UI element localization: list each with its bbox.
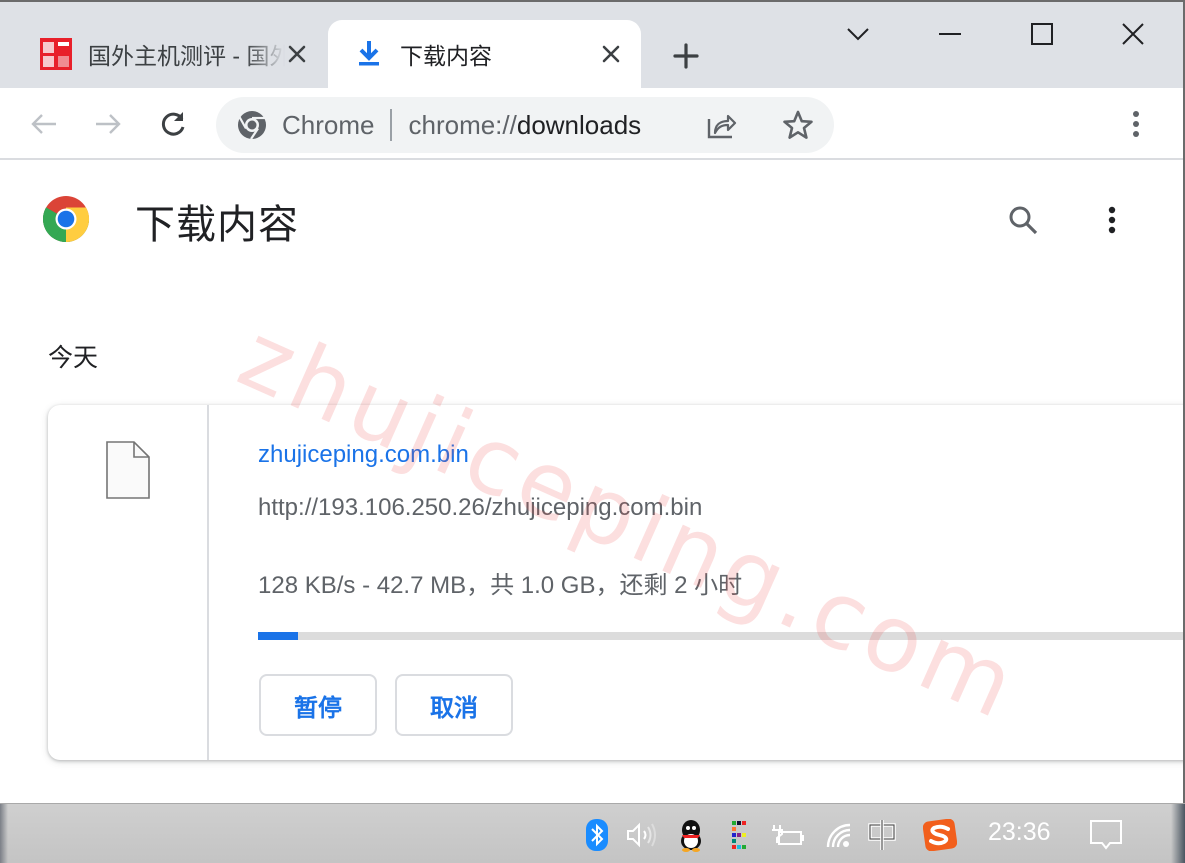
arrow-right-icon bbox=[96, 114, 121, 134]
cancel-button[interactable]: 取消 bbox=[395, 674, 513, 736]
file-name-link[interactable]: zhujiceping.com.bin bbox=[258, 441, 469, 469]
browser-menu-button[interactable] bbox=[1120, 106, 1152, 142]
download-progress-fill bbox=[258, 632, 299, 640]
power-tray-button[interactable] bbox=[770, 818, 806, 852]
wifi-tray-button[interactable] bbox=[824, 818, 856, 852]
toolbar: Chrome chrome://downloads bbox=[0, 88, 1183, 160]
tab-zhujiceping[interactable]: 国外主机测评 - 国外VPS bbox=[22, 20, 327, 88]
reload-icon bbox=[161, 112, 185, 136]
tab-close-button[interactable] bbox=[285, 42, 309, 66]
downloads-menu-button[interactable] bbox=[1095, 200, 1129, 240]
taskbar: 23:36 bbox=[0, 803, 1185, 863]
forward-button[interactable] bbox=[90, 106, 126, 142]
download-status: 128 KB/s - 42.7 MB，共 1.0 GB，还剩 2 小时 bbox=[258, 572, 743, 599]
file-icon-column bbox=[48, 405, 209, 760]
arrow-left-icon bbox=[31, 114, 56, 134]
search-icon bbox=[1009, 206, 1038, 235]
url-text[interactable]: chrome://downloads bbox=[408, 110, 641, 141]
bluetooth-icon bbox=[586, 819, 608, 851]
close-icon bbox=[288, 45, 306, 63]
downloads-page: 下载内容 今天 zhujiceping.com.bin http://193.1… bbox=[0, 162, 1183, 805]
site-label: Chrome bbox=[282, 109, 375, 140]
tab-search-button[interactable] bbox=[838, 16, 878, 52]
sogou-tray-button[interactable] bbox=[922, 818, 958, 852]
chrome-logo-icon bbox=[43, 196, 90, 243]
download-icon bbox=[359, 41, 379, 66]
back-button[interactable] bbox=[26, 106, 62, 142]
new-tab-button[interactable] bbox=[668, 38, 704, 74]
chrome-site-icon bbox=[236, 109, 268, 141]
bluetooth-tray-button[interactable] bbox=[584, 818, 610, 852]
notification-center-button[interactable] bbox=[1088, 818, 1124, 852]
maximize-button[interactable] bbox=[1022, 16, 1062, 52]
file-source-url[interactable]: http://193.106.250.26/zhujiceping.com.bi… bbox=[258, 494, 702, 522]
file-icon bbox=[106, 441, 150, 499]
reload-button[interactable] bbox=[155, 106, 191, 142]
download-item: zhujiceping.com.bin http://193.106.250.2… bbox=[48, 405, 1183, 760]
maximize-icon bbox=[1031, 23, 1053, 45]
close-icon bbox=[602, 45, 620, 63]
minimize-button[interactable] bbox=[930, 16, 970, 52]
pause-button[interactable]: 暂停 bbox=[259, 674, 377, 736]
address-bar[interactable]: Chrome chrome://downloads bbox=[216, 97, 834, 153]
omnibox-divider bbox=[390, 109, 393, 141]
e-app-tray-button[interactable] bbox=[730, 818, 750, 852]
volume-tray-button[interactable] bbox=[624, 818, 660, 852]
download-progress-bar bbox=[258, 632, 1183, 640]
browser-window: 国外主机测评 - 国外VPS 下载内容 bbox=[0, 0, 1185, 805]
close-window-button[interactable] bbox=[1113, 16, 1153, 52]
tab-title: 国外主机测评 - 国外VPS bbox=[88, 43, 285, 69]
volume-icon bbox=[627, 822, 656, 848]
tab-downloads[interactable]: 下载内容 bbox=[328, 20, 641, 88]
notification-icon bbox=[1090, 820, 1122, 850]
tab-strip: 国外主机测评 - 国外VPS 下载内容 bbox=[0, 2, 1183, 88]
share-icon[interactable] bbox=[706, 109, 738, 141]
chevron-down-icon bbox=[847, 28, 869, 41]
date-header: 今天 bbox=[48, 344, 99, 372]
wifi-icon bbox=[826, 823, 851, 848]
ime-chinese-icon bbox=[868, 820, 896, 850]
more-vert-icon bbox=[1108, 206, 1116, 234]
plus-icon bbox=[673, 43, 699, 69]
tab-close-button[interactable] bbox=[599, 42, 623, 66]
more-vert-icon bbox=[1133, 111, 1139, 137]
ime-tray-button[interactable] bbox=[866, 818, 898, 852]
close-icon bbox=[1122, 23, 1144, 45]
bookmark-star-icon[interactable] bbox=[782, 109, 814, 141]
power-battery-icon bbox=[772, 825, 804, 845]
url-host: downloads bbox=[516, 109, 642, 140]
minimize-icon bbox=[939, 33, 961, 35]
color-e-app-icon bbox=[732, 821, 746, 849]
search-downloads-button[interactable] bbox=[1003, 200, 1043, 240]
site-favicon-icon bbox=[40, 38, 72, 70]
page-title: 下载内容 bbox=[135, 203, 299, 247]
sogou-input-icon bbox=[923, 819, 957, 851]
taskbar-clock[interactable]: 23:36 bbox=[988, 818, 1051, 847]
tab-title: 下载内容 bbox=[400, 43, 492, 69]
qq-tray-button[interactable] bbox=[676, 818, 706, 852]
url-scheme: chrome:// bbox=[408, 109, 517, 140]
qq-penguin-icon bbox=[681, 820, 701, 852]
